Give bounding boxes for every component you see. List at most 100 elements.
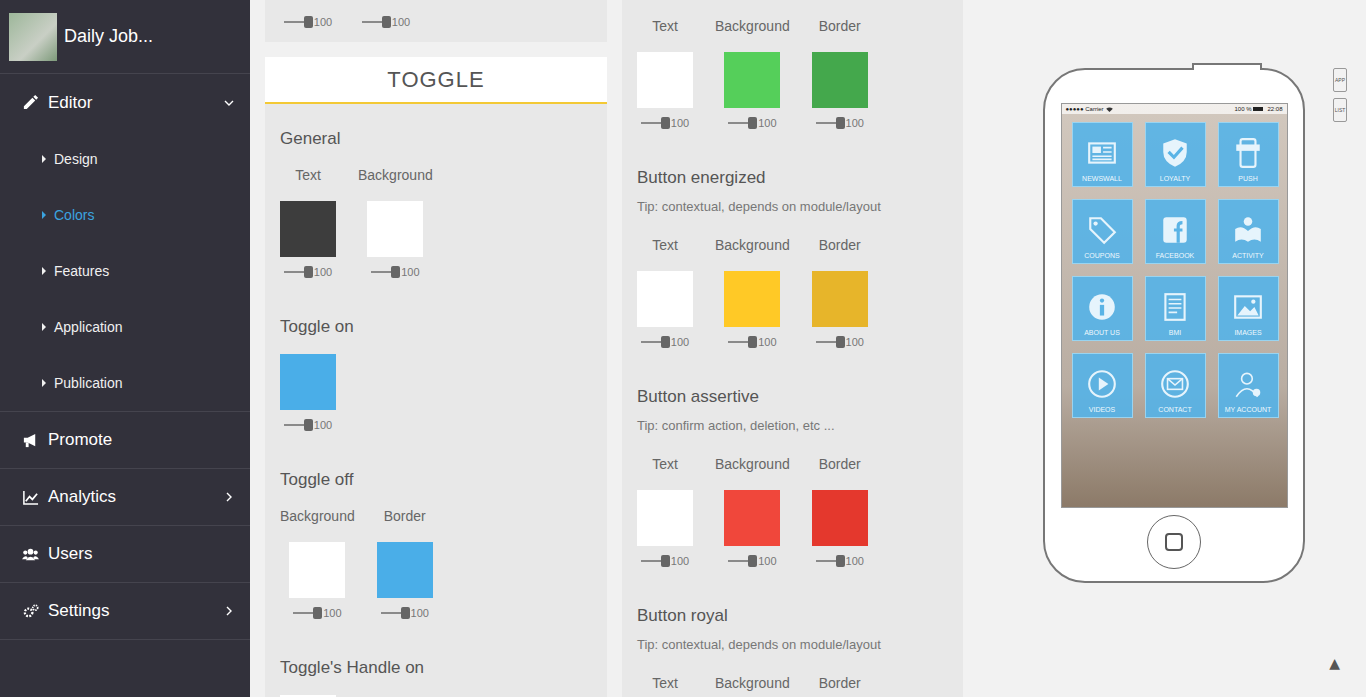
color-swatch[interactable] — [812, 52, 868, 108]
slider-knob[interactable] — [382, 16, 391, 28]
slider-knob[interactable] — [836, 117, 845, 129]
slider-knob[interactable] — [304, 266, 313, 278]
slider-track[interactable] — [371, 266, 400, 278]
module-tile[interactable]: IMAGES — [1218, 276, 1279, 341]
color-swatch[interactable] — [812, 490, 868, 546]
slider-knob[interactable] — [661, 555, 670, 567]
submenu-item[interactable]: Colors — [0, 187, 250, 243]
slider-track[interactable] — [362, 16, 391, 28]
submenu-item[interactable]: Features — [0, 243, 250, 299]
module-tile[interactable]: VIDEOS — [1072, 353, 1133, 418]
module-tile[interactable]: COUPONS — [1072, 199, 1133, 264]
push-icon — [1232, 137, 1264, 169]
module-tile[interactable]: PUSH — [1218, 122, 1279, 187]
color-swatch[interactable] — [724, 52, 780, 108]
home-button[interactable] — [1147, 515, 1201, 569]
submenu-item[interactable]: Application — [0, 299, 250, 355]
slider-value: 100 — [758, 555, 776, 567]
slider-knob[interactable] — [661, 336, 670, 348]
menu-item[interactable]: Editor — [0, 74, 250, 131]
color-swatch[interactable] — [280, 354, 336, 410]
slider-track[interactable] — [728, 555, 757, 567]
status-bar: ●●●●● Carrier 100 % 22:08 — [1062, 104, 1287, 114]
opacity-slider[interactable]: 100 — [728, 554, 776, 568]
slider-track[interactable] — [284, 266, 313, 278]
color-swatch[interactable] — [280, 695, 336, 697]
color-swatch[interactable] — [812, 271, 868, 327]
menu-item[interactable]: Promote — [0, 412, 250, 469]
view-mode-button[interactable]: LIST — [1333, 98, 1347, 122]
opacity-slider[interactable]: 100 — [381, 606, 429, 620]
brand[interactable]: Daily Job... — [0, 0, 250, 74]
opacity-slider[interactable]: 100 — [816, 554, 864, 568]
slider-track[interactable] — [284, 419, 313, 431]
submenu-item[interactable]: Design — [0, 131, 250, 187]
opacity-slider[interactable]: 100 — [293, 606, 341, 620]
module-tile[interactable]: BMI — [1145, 276, 1206, 341]
slider-track[interactable] — [816, 117, 845, 129]
opacity-slider[interactable]: 100 — [362, 15, 410, 29]
module-tile[interactable]: CONTACT — [1145, 353, 1206, 418]
scroll-top-button[interactable]: ▲ — [1329, 655, 1340, 671]
color-swatch[interactable] — [637, 490, 693, 546]
module-tile[interactable]: FACEBOOK — [1145, 199, 1206, 264]
slider-track[interactable] — [641, 555, 670, 567]
slider-knob[interactable] — [401, 607, 410, 619]
color-swatch[interactable] — [724, 271, 780, 327]
color-swatch[interactable] — [377, 542, 433, 598]
module-tile[interactable]: ACTIVITY — [1218, 199, 1279, 264]
slider-track[interactable] — [381, 607, 410, 619]
slider-track[interactable] — [641, 336, 670, 348]
opacity-slider[interactable]: 100 — [728, 335, 776, 349]
slider-knob[interactable] — [836, 555, 845, 567]
slider-knob[interactable] — [748, 336, 757, 348]
module-tile[interactable]: NEWSWALL — [1072, 122, 1133, 187]
slider-knob[interactable] — [304, 419, 313, 431]
slider-track[interactable] — [293, 607, 322, 619]
group-title: General — [280, 129, 592, 149]
slider-knob[interactable] — [313, 607, 322, 619]
color-swatch[interactable] — [637, 271, 693, 327]
slider-knob[interactable] — [748, 555, 757, 567]
slider-knob[interactable] — [661, 117, 670, 129]
color-swatch[interactable] — [367, 201, 423, 257]
submenu-item[interactable]: Publication — [0, 355, 250, 411]
slider-knob[interactable] — [836, 336, 845, 348]
view-mode-button[interactable]: APP — [1333, 68, 1347, 92]
menu-item[interactable]: Settings — [0, 583, 250, 640]
color-swatch[interactable] — [637, 52, 693, 108]
menu-item[interactable]: Users — [0, 526, 250, 583]
swatch-item: Text 100 — [280, 166, 336, 279]
swatch-row: Text 100Background 100Border 100 — [637, 17, 948, 130]
slider-track[interactable] — [284, 16, 313, 28]
opacity-slider[interactable]: 100 — [728, 116, 776, 130]
opacity-slider[interactable]: 100 — [284, 15, 332, 29]
menu-item[interactable]: Analytics — [0, 469, 250, 526]
opacity-slider[interactable]: 100 — [641, 116, 689, 130]
color-swatch[interactable] — [280, 201, 336, 257]
slider-knob[interactable] — [391, 266, 400, 278]
swatch-label: Text — [652, 455, 678, 473]
opacity-slider[interactable]: 100 — [641, 554, 689, 568]
module-tile[interactable]: LOYALTY — [1145, 122, 1206, 187]
slider-knob[interactable] — [304, 16, 313, 28]
color-swatch[interactable] — [724, 490, 780, 546]
color-swatch[interactable] — [289, 542, 345, 598]
app-preview: ●●●●● Carrier 100 % 22:08 NEWSWALL LOYAL… — [963, 0, 1366, 697]
slider-track[interactable] — [641, 117, 670, 129]
module-tile[interactable]: ABOUT US — [1072, 276, 1133, 341]
opacity-slider[interactable]: 100 — [371, 265, 419, 279]
facebook-icon — [1159, 214, 1191, 246]
color-group: Button energized Tip: contextual, depend… — [637, 168, 948, 349]
slider-knob[interactable] — [748, 117, 757, 129]
slider-track[interactable] — [728, 117, 757, 129]
slider-track[interactable] — [816, 336, 845, 348]
opacity-slider[interactable]: 100 — [816, 335, 864, 349]
module-tile[interactable]: MY ACCOUNT — [1218, 353, 1279, 418]
opacity-slider[interactable]: 100 — [284, 418, 332, 432]
opacity-slider[interactable]: 100 — [641, 335, 689, 349]
opacity-slider[interactable]: 100 — [284, 265, 332, 279]
slider-track[interactable] — [816, 555, 845, 567]
slider-track[interactable] — [728, 336, 757, 348]
opacity-slider[interactable]: 100 — [816, 116, 864, 130]
